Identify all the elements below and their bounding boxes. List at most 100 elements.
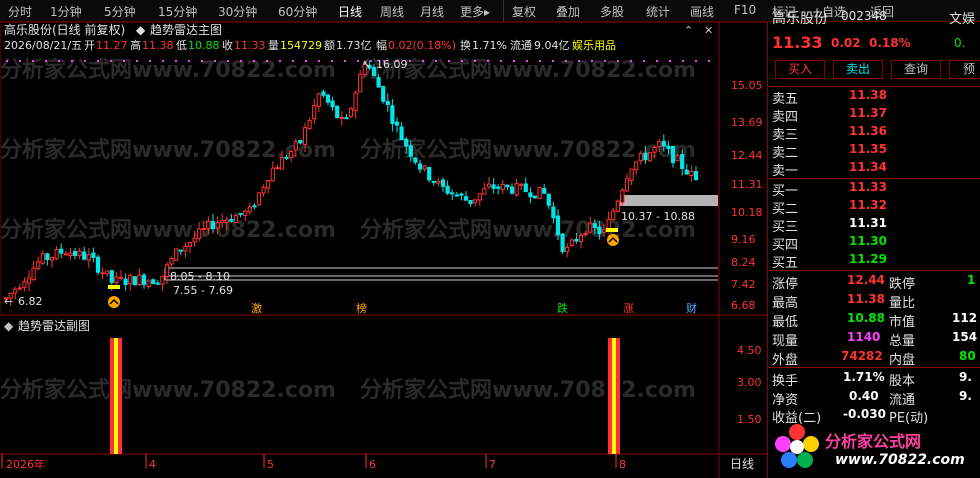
buy-button[interactable]: 买入 [775, 60, 825, 79]
tab-60min[interactable]: 60分钟 [278, 3, 317, 20]
candle-body [339, 116, 344, 119]
candle-body [233, 214, 239, 223]
candle-body [482, 188, 487, 195]
main-indicator-name[interactable]: 趋势雷达主图 [150, 23, 222, 37]
stat-row: 最高 11.38 量比 [769, 292, 980, 311]
period-label[interactable]: 日线 [730, 457, 754, 471]
price-tick: 6.68 [731, 299, 756, 312]
tab-more[interactable]: 更多▸ [460, 3, 490, 20]
candle-body [592, 223, 597, 229]
candle-body [528, 192, 533, 198]
chart-area[interactable]: 分析家公式网www.70822.com 分析家公式网www.70822.com … [0, 21, 769, 478]
overlay-button[interactable]: 叠加 [556, 3, 580, 20]
restore-rights-button[interactable]: 复权 [512, 3, 536, 20]
candle-body [436, 181, 441, 184]
low-arrow-icon: ← [4, 295, 13, 308]
tab-monthly[interactable]: 月线 [420, 3, 444, 20]
time-tick: 2026年 [6, 457, 45, 471]
multi-stock-button[interactable]: 多股 [600, 3, 624, 20]
event-label-ranking[interactable]: 榜 [356, 301, 367, 315]
watermark-text: 分析家公式网www.70822.com [0, 217, 336, 243]
tab-1min[interactable]: 1分钟 [50, 3, 82, 20]
candle-body [675, 155, 680, 162]
candle-body [252, 205, 257, 208]
signal-bar [606, 228, 618, 232]
f10-button[interactable]: F10 [734, 3, 756, 17]
sell-level-4: 卖四 11.37 [769, 106, 980, 125]
sell-level-2: 卖二 11.35 [769, 142, 980, 161]
fund-label: 流通 [889, 393, 916, 408]
price-tick: 11.31 [731, 178, 763, 191]
candle-body [100, 272, 105, 275]
event-label-rise[interactable]: 涨 [623, 302, 634, 315]
tab-5min[interactable]: 5分钟 [104, 3, 136, 20]
stat-label: 现量 [772, 334, 799, 349]
stat-value: 12.44 [847, 273, 885, 287]
candle-body [551, 206, 556, 219]
candle-body [49, 256, 55, 261]
candle-body [431, 180, 436, 183]
tab-15min[interactable]: 15分钟 [158, 3, 197, 20]
level-price: 11.37 [849, 106, 887, 120]
sector-tag[interactable]: 文娱 [949, 8, 975, 27]
tab-daily[interactable]: 日线 [338, 3, 362, 20]
sell-button[interactable]: 卖出 [833, 60, 883, 79]
candle-body [408, 145, 413, 157]
candle-body [160, 275, 165, 285]
statistics-button[interactable]: 统计 [646, 3, 670, 20]
stat-value: 1 [967, 273, 976, 287]
event-label-fall[interactable]: 跌 [557, 301, 568, 315]
stat-label: 跌停 [889, 277, 916, 292]
more-arrow-icon: ▸ [484, 5, 491, 19]
time-tick: 8 [619, 458, 626, 471]
zone-low-label: 7.55 - 7.69 [173, 284, 233, 297]
indicator-toggle-icon[interactable]: ◆ [136, 23, 146, 37]
watermark-text: 分析家公式网www.70822.com [0, 377, 336, 403]
sector-label: 娱乐用品 [572, 38, 616, 52]
candle-body [624, 178, 630, 192]
close-label: 收 [222, 38, 233, 52]
collapse-icon[interactable]: ⌃ [684, 24, 693, 37]
sell-level-3: 卖三 11.36 [769, 124, 980, 143]
settings-icon[interactable]: ✕ [704, 24, 713, 37]
candle-body [348, 108, 354, 117]
query-button[interactable]: 查询 [891, 60, 941, 79]
candle-body [302, 127, 308, 145]
low-label: 低 [176, 39, 187, 52]
candle-body [486, 183, 492, 188]
event-label-finance[interactable]: 财 [686, 301, 697, 315]
candle-body [459, 193, 464, 196]
draw-line-button[interactable]: 画线 [690, 3, 714, 20]
candle-body [629, 168, 634, 182]
candle-body [588, 222, 593, 233]
preset-button[interactable]: 预 [949, 60, 980, 79]
candle-body [266, 180, 271, 189]
buy-signal-icon [607, 234, 619, 246]
stat-label: 量比 [889, 296, 916, 311]
tab-30min[interactable]: 30分钟 [218, 3, 257, 20]
candle-body [454, 194, 459, 197]
candle-body [63, 253, 68, 256]
candle-body [86, 254, 91, 261]
stat-value: 11.38 [847, 292, 885, 306]
close-value: 11.33 [234, 39, 266, 52]
tab-weekly[interactable]: 周线 [380, 3, 404, 20]
sub-indicator-toggle-icon[interactable]: ◆ [4, 319, 14, 333]
kline-chart-svg[interactable]: 分析家公式网www.70822.com 分析家公式网www.70822.com … [0, 21, 769, 478]
fund-label: 股本 [889, 374, 916, 389]
candle-body [473, 199, 478, 204]
price-change-pct: 0.18% [869, 36, 911, 50]
fund-row: 净资 0.40 流通 9. [769, 389, 980, 408]
float-label: 流通 [510, 38, 532, 52]
sub-indicator-name[interactable]: 趋势雷达副图 [18, 319, 90, 333]
event-label-surge[interactable]: 激 [251, 301, 262, 315]
watermark-text: 分析家公式网www.70822.com [0, 57, 336, 83]
price-axis: 15.05 13.69 12.44 11.31 10.18 9.16 8.24 … [731, 79, 763, 312]
candle-body [652, 146, 657, 153]
tab-intraday[interactable]: 分时 [8, 3, 32, 20]
candle-body [693, 171, 699, 181]
candle-body [463, 196, 469, 201]
candle-body [620, 189, 625, 203]
buy-level-3: 买三 11.31 [769, 216, 980, 235]
divider [769, 270, 980, 271]
